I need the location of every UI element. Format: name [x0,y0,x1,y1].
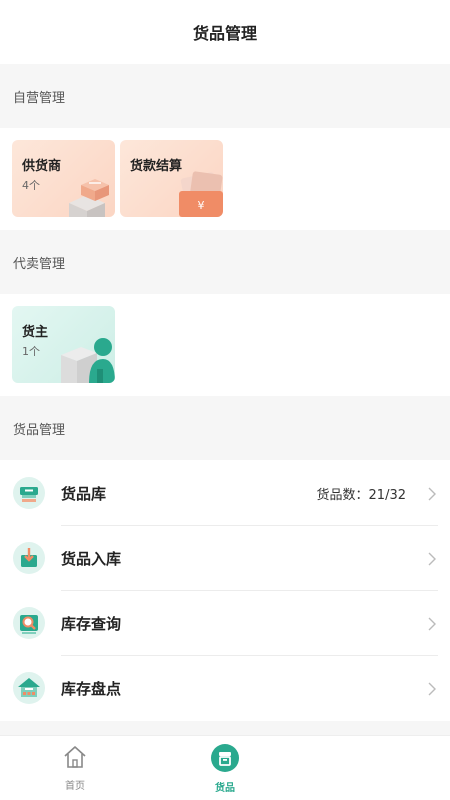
chevron-right-icon [428,487,436,501]
goods-menu-list: 货品库 货品数：21/32 货品入库 库存查询 库存盘点 [0,461,450,721]
owner-illustration-icon [61,338,115,383]
supplier-card[interactable]: 供货商 4个 [12,140,115,217]
row-label: 库存查询 [61,615,122,633]
svg-text:¥: ¥ [198,199,205,212]
section-title: 代卖管理 [13,256,66,272]
chevron-right-icon [428,617,436,631]
supplier-card-title: 供货商 [22,159,62,174]
section-header-consignment: 代卖管理 [0,230,450,294]
goods-icon [211,744,239,772]
row-label: 货品库 [61,485,107,503]
inventory-check-row[interactable]: 库存盘点 [0,656,450,721]
home-icon [64,746,86,768]
owner-card-title: 货主 [22,325,49,340]
tab-home[interactable]: 首页 [45,744,105,794]
inventory-query-row[interactable]: 库存查询 [0,591,450,656]
row-label: 货品入库 [61,550,122,568]
wallet-illustration-icon: ¥ [179,171,223,217]
section-title: 自营管理 [13,90,66,106]
settlement-card[interactable]: 货款结算 ¥ [120,140,223,217]
chevron-right-icon [428,552,436,566]
consignment-cards: 货主 1个 [0,294,450,396]
goods-count-value: 货品数：21/32 [316,488,406,503]
section-title: 货品管理 [13,422,66,438]
owner-card[interactable]: 货主 1个 [12,306,115,383]
bottom-tab-bar: 首页 货品 [0,735,450,800]
page-title: 货品管理 [192,24,257,43]
goods-inbound-icon [13,542,45,574]
goods-library-row[interactable]: 货品库 货品数：21/32 [0,461,450,526]
bottom-spacer [0,721,450,735]
inventory-check-icon [13,672,45,704]
section-header-self-operated: 自营管理 [0,64,450,128]
chevron-right-icon [428,682,436,696]
self-operated-cards: 供货商 4个 货款结算 ¥ [0,128,450,230]
inventory-query-icon [13,607,45,639]
top-bar: 货品管理 [0,0,450,64]
row-label: 库存盘点 [61,680,122,698]
tab-home-label: 首页 [65,781,85,792]
tab-goods[interactable]: 货品 [195,744,255,794]
goods-inbound-row[interactable]: 货品入库 [0,526,450,591]
boxes-illustration-icon [69,179,109,217]
tab-goods-label: 货品 [215,783,235,794]
owner-card-count: 1个 [22,345,40,358]
supplier-card-count: 4个 [22,179,40,192]
section-header-goods: 货品管理 [0,396,450,460]
goods-library-icon [13,477,45,509]
